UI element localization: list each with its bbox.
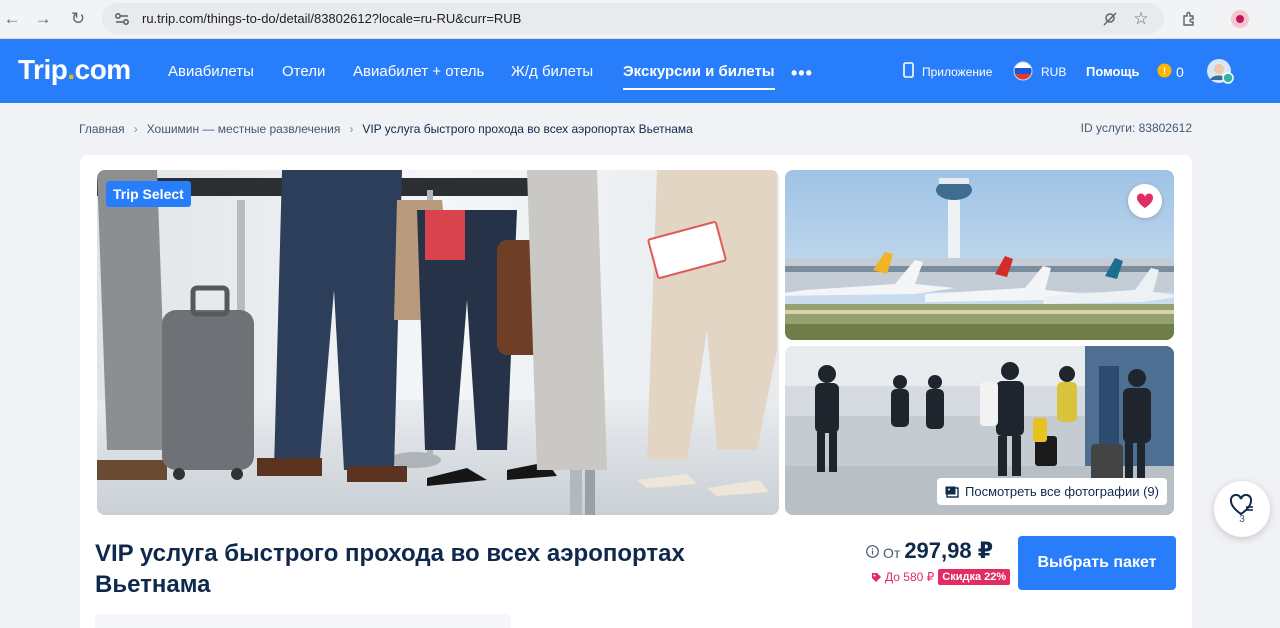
extensions-icon[interactable] (1178, 8, 1200, 30)
heart-outline-icon (1229, 493, 1253, 515)
nav-tours-tickets[interactable]: Экскурсии и билеты (623, 63, 775, 90)
product-id: ID услуги: 83802612 (1080, 121, 1192, 135)
select-package-button[interactable]: Выбрать пакет (1018, 536, 1176, 590)
currency-selector[interactable]: RUB (1041, 65, 1066, 79)
breadcrumb-city[interactable]: Хошимин — местные развлечения (147, 122, 341, 136)
price-from-label: От (883, 545, 901, 561)
trip-select-badge: Trip Select (106, 181, 191, 207)
discount-upto: До 580 ₽ (871, 570, 934, 584)
phone-icon (903, 62, 914, 78)
russia-flag-icon (1013, 61, 1033, 81)
discount-upto-label: До 580 ₽ (885, 570, 935, 584)
browser-toolbar: ← → ↻ ru.trip.com/things-to-do/detail/83… (0, 0, 1280, 39)
wishlist-count: 3 (1239, 513, 1245, 525)
view-all-photos-label: Посмотреть все фотографии (9) (965, 484, 1159, 499)
nav-trains[interactable]: Ж/д билеты (511, 63, 593, 80)
site-header: Trip.com Авиабилеты Отели Авиабилет + от… (0, 39, 1280, 103)
coins-count[interactable]: 0 (1176, 64, 1184, 80)
profile-avatar-icon[interactable] (1229, 8, 1251, 30)
url-text[interactable]: ru.trip.com/things-to-do/detail/83802612… (142, 11, 521, 26)
app-link[interactable]: Приложение (922, 65, 992, 79)
info-icon[interactable] (866, 544, 879, 558)
discount-row: До 580 ₽ Скидка 22% (871, 569, 1011, 585)
airport-photo[interactable] (785, 170, 1174, 340)
back-icon[interactable]: ← (0, 7, 24, 31)
reload-icon[interactable]: ↻ (66, 7, 90, 31)
site-settings-icon[interactable] (113, 10, 131, 28)
user-avatar-icon[interactable] (1206, 58, 1234, 86)
svg-text:!: ! (1163, 66, 1166, 76)
price-value: 297,98 ₽ (904, 538, 994, 563)
breadcrumb-current: VIP услуга быстрого прохода во всех аэро… (362, 122, 693, 136)
bookmark-star-icon[interactable]: ☆ (1130, 8, 1152, 30)
coin-icon: ! (1157, 63, 1172, 78)
nav-flight-hotel[interactable]: Авиабилет + отель (353, 63, 484, 80)
section-tabs-strip (95, 614, 511, 628)
product-title: VIP услуга быстрого прохода во всех аэро… (95, 540, 685, 598)
tracking-blocked-icon[interactable] (1099, 8, 1121, 30)
more-menu-icon[interactable]: ••• (791, 63, 813, 84)
main-photo[interactable] (97, 170, 779, 515)
chevron-right-icon: › (349, 122, 354, 136)
chevron-right-icon: › (133, 122, 138, 136)
help-link[interactable]: Помощь (1086, 64, 1139, 79)
address-bar[interactable]: ru.trip.com/things-to-do/detail/83802612… (102, 3, 1164, 34)
trip-logo[interactable]: Trip.com (18, 54, 131, 86)
favorite-heart-icon[interactable] (1128, 184, 1162, 218)
gallery-icon (945, 486, 959, 498)
wishlist-float-button[interactable]: 3 (1214, 481, 1270, 537)
nav-hotels[interactable]: Отели (282, 63, 325, 80)
price-row: От 297,98 ₽ (866, 538, 993, 564)
view-all-photos-button[interactable]: Посмотреть все фотографии (9) (937, 478, 1167, 505)
discount-badge: Скидка 22% (938, 569, 1011, 585)
breadcrumb: Главная › Хошимин — местные развлечения › VI… (79, 122, 693, 136)
nav-flights[interactable]: Авиабилеты (168, 63, 254, 80)
breadcrumb-home[interactable]: Главная (79, 122, 125, 136)
forward-icon[interactable]: → (31, 7, 55, 31)
tag-icon (872, 572, 881, 582)
